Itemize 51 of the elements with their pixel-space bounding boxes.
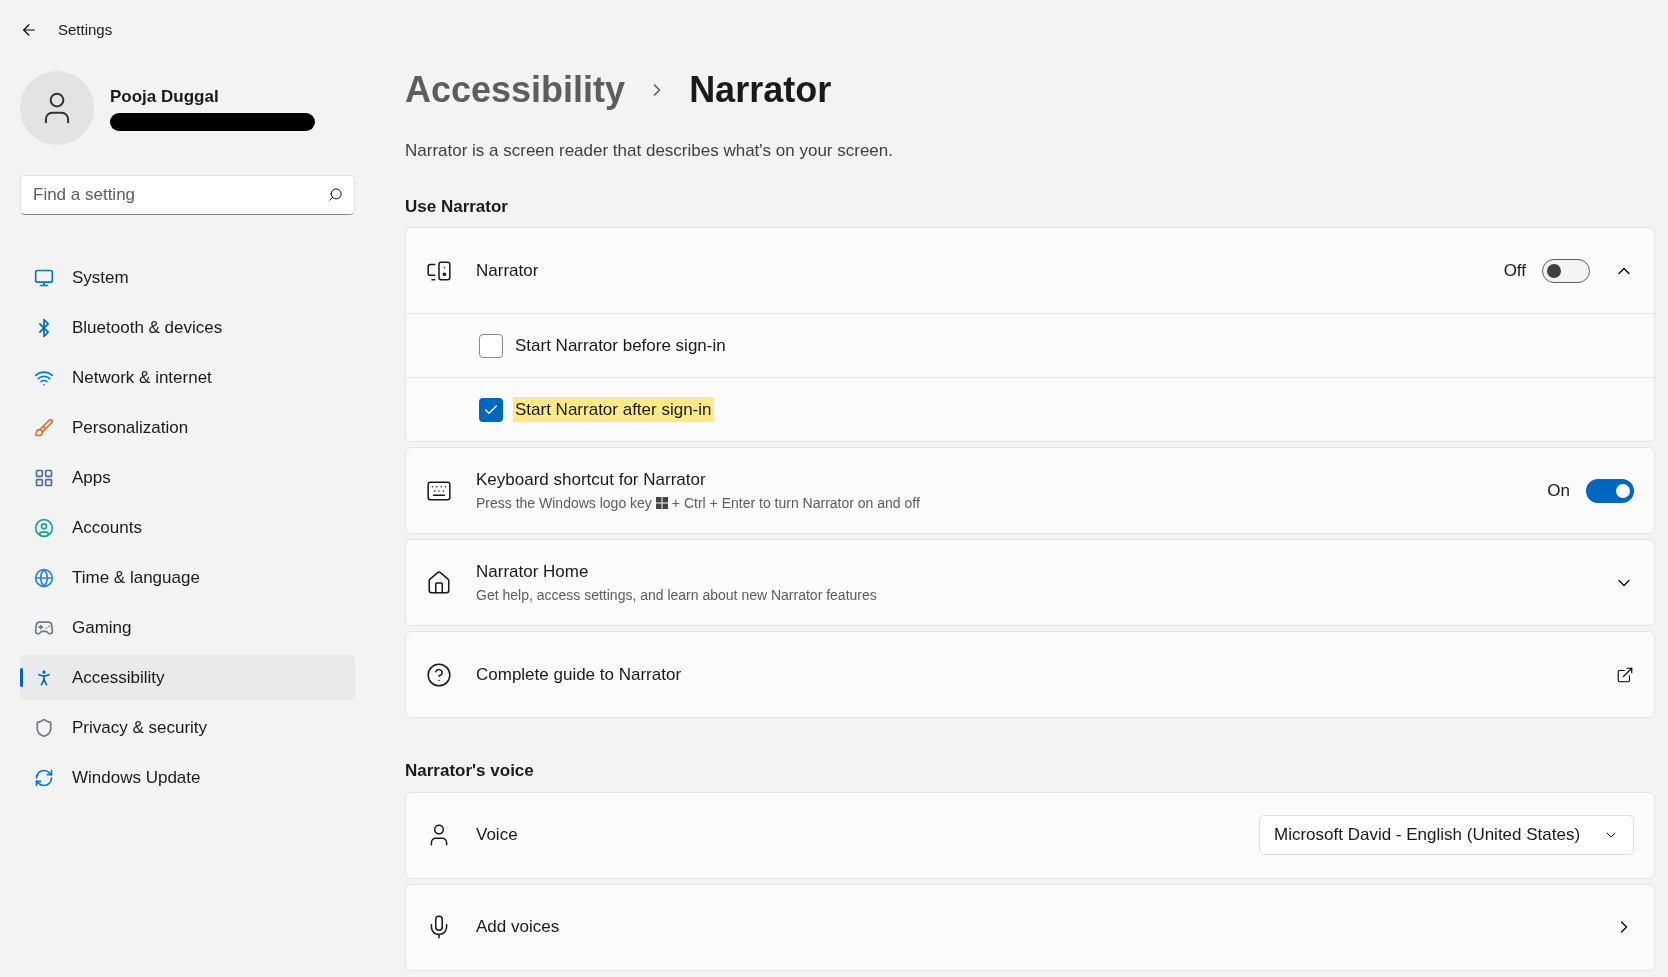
setting-description: Get help, access settings, and learn about new Narrator features xyxy=(476,585,878,605)
section-heading: Narrator's voice xyxy=(405,760,535,782)
sidebar-item[interactable]: Personalization xyxy=(20,405,355,450)
refresh-icon xyxy=(34,767,54,788)
setting-description: + Ctrl + Enter to turn Narrator on and off xyxy=(671,493,920,513)
sidebar-item[interactable]: Gaming xyxy=(20,605,355,650)
sidebar-item[interactable]: Network & internet xyxy=(20,355,355,400)
sidebar-item[interactable]: Accessibility xyxy=(20,655,355,700)
globe-icon xyxy=(34,567,54,588)
setting-title: Voice xyxy=(476,824,519,847)
selection-indicator xyxy=(20,668,23,687)
brush-icon xyxy=(34,417,54,438)
section-heading: Use Narrator xyxy=(405,195,509,218)
shield-icon xyxy=(34,717,54,738)
checkbox-label: Start Narrator before sign-in xyxy=(514,334,727,357)
setting-title: Add voices xyxy=(476,916,561,939)
sidebar-item[interactable]: Windows Update xyxy=(20,755,355,800)
apps-icon xyxy=(34,467,54,488)
monitor-icon xyxy=(34,267,54,288)
sidebar-item[interactable]: System xyxy=(20,255,355,300)
toggle-switch[interactable] xyxy=(1586,478,1634,503)
page-description: Narrator is a screen reader that describes what's on your screen. xyxy=(405,140,894,162)
user-name: Pooja Duggal xyxy=(110,85,220,108)
breadcrumb-item: Narrator xyxy=(689,68,832,112)
external-link-icon[interactable] xyxy=(1616,665,1634,684)
window-title: Settings xyxy=(58,19,113,40)
setting-title: Complete guide to Narrator xyxy=(476,663,683,686)
toggle-state-label: On xyxy=(1547,479,1570,502)
search-icon[interactable] xyxy=(328,187,343,202)
setting-title: Narrator xyxy=(476,259,540,282)
setting-title: Keyboard shortcut for Narrator xyxy=(476,469,707,492)
sidebar-item[interactable]: Bluetooth & devices xyxy=(20,305,355,350)
checkbox[interactable] xyxy=(479,333,503,358)
search-field[interactable]: Find a setting xyxy=(20,175,355,215)
checkbox-label: Start Narrator after sign-in xyxy=(513,396,714,423)
sidebar-item[interactable]: Accounts xyxy=(20,505,355,550)
sidebar-item[interactable]: Privacy & security xyxy=(20,705,355,750)
toggle-state-label: Off xyxy=(1503,259,1526,282)
voice-dropdown[interactable]: Microsoft David - English (United States) xyxy=(1259,815,1634,855)
home-icon xyxy=(426,569,452,596)
sidebar-item[interactable]: Time & language xyxy=(20,555,355,600)
setting-description: Press the Windows logo key xyxy=(476,493,652,513)
windows-logo-icon xyxy=(655,497,668,510)
back-icon[interactable] xyxy=(20,21,38,39)
help-icon xyxy=(426,661,452,688)
person-icon xyxy=(34,517,54,538)
breadcrumb-item[interactable]: Accessibility xyxy=(405,63,626,117)
sidebar-item[interactable]: Apps xyxy=(20,455,355,500)
toggle-switch[interactable] xyxy=(1542,258,1590,283)
setting-title: Narrator Home xyxy=(476,561,590,584)
checkbox[interactable] xyxy=(479,397,503,422)
